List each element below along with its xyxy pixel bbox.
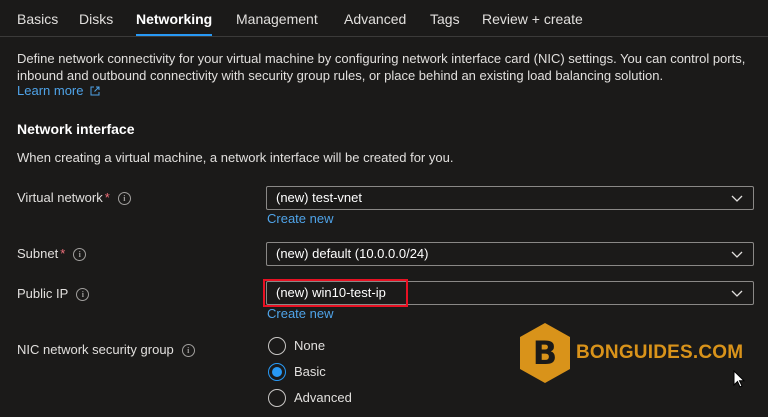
info-icon[interactable]: i <box>117 192 131 205</box>
tab-basics[interactable]: Basics <box>17 11 58 27</box>
tab-networking[interactable]: Networking <box>136 11 212 27</box>
public-ip-label-text: Public IP <box>17 286 69 301</box>
virtual-network-label-text: Virtual network <box>17 190 103 205</box>
radio-label: None <box>294 338 326 353</box>
tab-management[interactable]: Management <box>236 11 318 27</box>
subnet-label-text: Subnet <box>17 246 59 261</box>
watermark: B BONGUIDES.COM <box>518 321 743 385</box>
external-link-icon <box>90 86 100 96</box>
radio-label: Advanced <box>294 390 352 405</box>
subnet-dropdown[interactable]: (new) default (10.0.0.0/24) <box>266 242 754 266</box>
public-ip-dropdown[interactable]: (new) win10-test-ip <box>266 281 754 305</box>
required-asterisk: * <box>60 246 66 261</box>
public-ip-label: Public IP i <box>17 286 90 301</box>
subnet-value: (new) default (10.0.0.0/24) <box>276 246 429 261</box>
mouse-cursor-icon <box>733 370 745 388</box>
intro-text: Define network connectivity for your vir… <box>17 51 746 83</box>
info-icon[interactable]: i <box>73 248 87 261</box>
info-icon[interactable]: i <box>181 344 195 357</box>
tab-review-create[interactable]: Review + create <box>482 11 583 27</box>
info-icon[interactable]: i <box>76 288 90 301</box>
subnet-label: Subnet * i <box>17 246 87 261</box>
public-ip-value: (new) win10-test-ip <box>276 285 386 300</box>
required-asterisk: * <box>104 190 110 205</box>
virtual-network-label: Virtual network * i <box>17 190 131 205</box>
tab-advanced[interactable]: Advanced <box>344 11 406 27</box>
section-title: Network interface <box>17 121 135 137</box>
nsg-label: NIC network security group i <box>17 342 195 357</box>
radio-label: Basic <box>294 364 326 379</box>
learn-more-label[interactable]: Learn more <box>17 83 83 98</box>
virtual-network-value: (new) test-vnet <box>276 190 362 205</box>
radio-button[interactable] <box>268 337 286 355</box>
create-new-vnet-link[interactable]: Create new <box>267 211 333 226</box>
radio-button[interactable] <box>268 389 286 407</box>
tab-bar: Basics Disks Networking Management Advan… <box>0 0 768 36</box>
tab-divider <box>0 36 768 37</box>
virtual-network-dropdown[interactable]: (new) test-vnet <box>266 186 754 210</box>
watermark-text: BONGUIDES.COM <box>576 342 744 363</box>
chevron-down-icon <box>731 195 743 202</box>
watermark-letter: B <box>533 334 557 372</box>
chevron-down-icon <box>731 290 743 297</box>
create-new-public-ip-link[interactable]: Create new <box>267 306 333 321</box>
tab-disks[interactable]: Disks <box>79 11 113 27</box>
nsg-label-text: NIC network security group <box>17 342 174 357</box>
learn-more-link[interactable]: Learn more <box>17 83 100 98</box>
radio-button-checked[interactable] <box>268 363 286 381</box>
tab-tags[interactable]: Tags <box>430 11 460 27</box>
chevron-down-icon <box>731 251 743 258</box>
section-description: When creating a virtual machine, a netwo… <box>17 150 454 165</box>
watermark-logo-icon: B <box>520 323 570 383</box>
